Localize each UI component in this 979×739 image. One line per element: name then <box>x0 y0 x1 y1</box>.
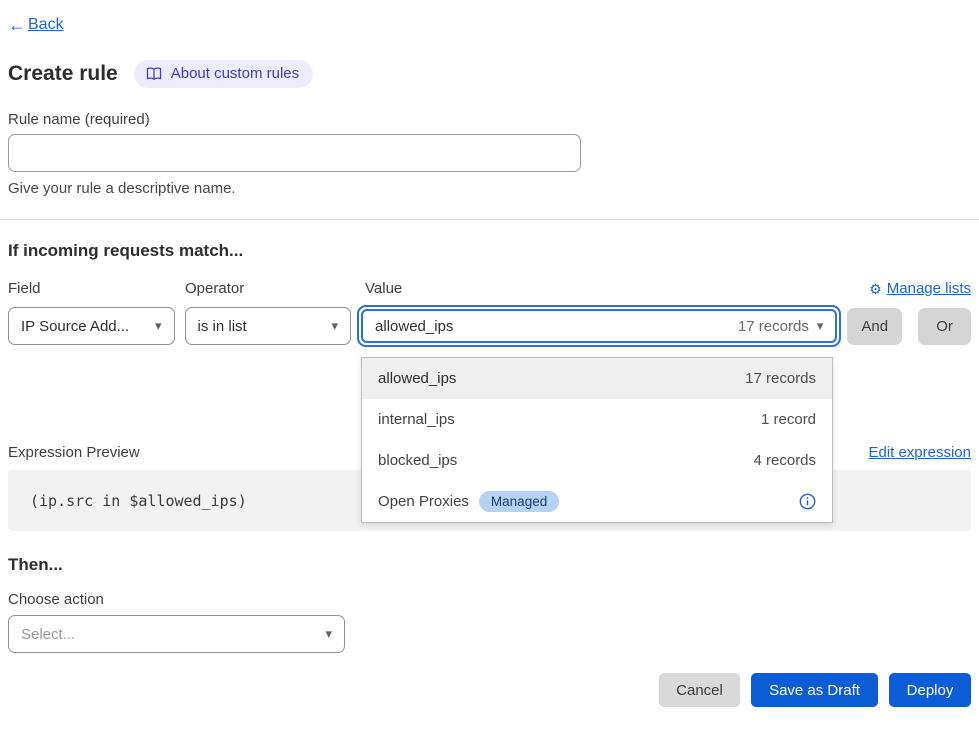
action-select-placeholder: Select... <box>21 626 75 643</box>
operator-label: Operator <box>185 280 365 297</box>
manage-lists-link[interactable]: ⚙ Manage lists <box>869 280 971 297</box>
create-rule-page: ← Back Create rule About custom rules Ru… <box>0 0 979 707</box>
then-section-heading: Then... <box>8 555 971 575</box>
page-header: Create rule About custom rules <box>8 60 971 88</box>
cancel-button[interactable]: Cancel <box>659 673 740 707</box>
value-select-wrap: allowed_ips 17 records ▾ allowed_ips 17 … <box>357 305 841 347</box>
condition-labels-row: Field Operator Value ⚙ Manage lists <box>8 280 971 297</box>
gear-icon: ⚙ <box>869 282 882 296</box>
list-item-blocked-ips[interactable]: blocked_ips 4 records <box>362 440 832 481</box>
expression-preview-label: Expression Preview <box>8 444 140 461</box>
value-select-value: allowed_ips <box>375 318 453 335</box>
back-link-label: Back <box>28 16 64 34</box>
save-as-draft-button[interactable]: Save as Draft <box>751 673 878 707</box>
operator-select-value: is in list <box>198 318 247 335</box>
or-button[interactable]: Or <box>918 308 971 345</box>
edit-expression-link[interactable]: Edit expression <box>868 444 971 461</box>
book-icon <box>146 67 162 81</box>
value-label: Value <box>365 280 869 297</box>
list-item-open-proxies[interactable]: Open Proxies Managed <box>362 481 832 522</box>
action-select[interactable]: Select... ▾ <box>8 615 345 653</box>
list-item-allowed-ips[interactable]: allowed_ips 17 records <box>362 358 832 399</box>
footer-actions: Cancel Save as Draft Deploy <box>8 673 971 707</box>
managed-badge: Managed <box>479 491 559 512</box>
value-record-count: 17 records <box>738 318 809 335</box>
chevron-down-icon: ▾ <box>817 318 824 334</box>
value-select[interactable]: allowed_ips 17 records ▾ <box>361 309 837 343</box>
choose-action-label: Choose action <box>8 591 971 608</box>
list-item-internal-ips[interactable]: internal_ips 1 record <box>362 399 832 440</box>
back-arrow-icon: ← <box>8 16 26 34</box>
match-section-heading: If incoming requests match... <box>8 241 971 261</box>
manage-lists-label: Manage lists <box>887 280 971 297</box>
field-select[interactable]: IP Source Add... ▾ <box>8 307 175 345</box>
back-link[interactable]: ← Back <box>8 16 64 34</box>
rule-name-input[interactable] <box>8 134 581 172</box>
rule-name-label: Rule name (required) <box>8 111 971 128</box>
operator-select[interactable]: is in list ▾ <box>185 307 352 345</box>
value-select-focus-ring: allowed_ips 17 records ▾ <box>357 305 841 347</box>
field-label: Field <box>8 280 185 297</box>
page-title: Create rule <box>8 62 118 86</box>
chevron-down-icon: ▾ <box>325 626 332 642</box>
about-custom-rules-link[interactable]: About custom rules <box>134 60 313 88</box>
about-custom-rules-label: About custom rules <box>171 65 299 82</box>
and-button[interactable]: And <box>847 308 902 345</box>
list-dropdown: allowed_ips 17 records internal_ips 1 re… <box>361 357 833 523</box>
section-divider <box>0 219 979 220</box>
condition-row: IP Source Add... ▾ is in list ▾ allowed_… <box>8 305 971 347</box>
rule-name-help: Give your rule a descriptive name. <box>8 180 971 197</box>
chevron-down-icon: ▾ <box>332 318 339 334</box>
expression-code: (ip.src in $allowed_ips) <box>30 492 247 510</box>
field-select-value: IP Source Add... <box>21 318 129 335</box>
chevron-down-icon: ▾ <box>155 318 162 334</box>
deploy-button[interactable]: Deploy <box>889 673 971 707</box>
info-icon[interactable] <box>799 493 816 510</box>
